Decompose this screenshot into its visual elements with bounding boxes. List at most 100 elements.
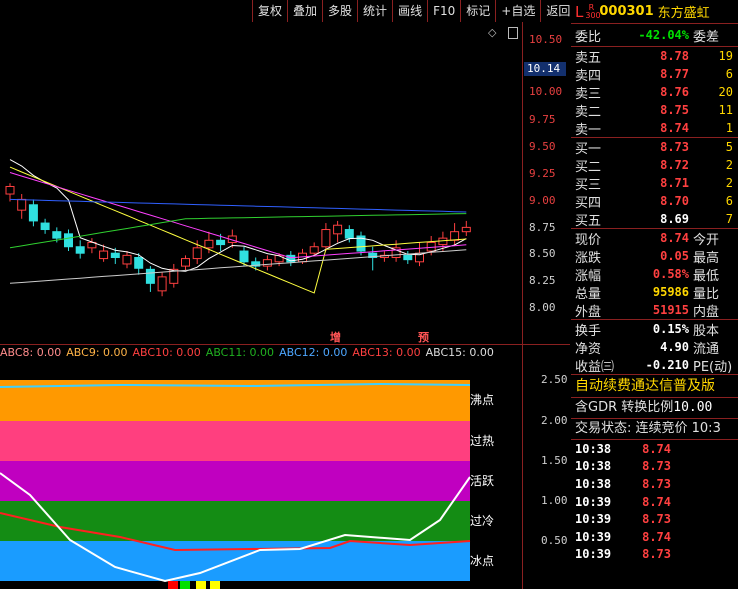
level-volume: 19	[718, 49, 733, 63]
trade-time: 10:39	[575, 494, 612, 509]
level-label: 卖二	[575, 104, 602, 120]
ask-level-row[interactable]: 卖一 8.74 1	[571, 119, 738, 138]
ask-level-row[interactable]: 卖三 8.76 20	[571, 83, 738, 102]
level-volume: 11	[718, 103, 733, 117]
candle-body	[28, 204, 38, 222]
candle-body	[134, 257, 144, 269]
trade-time: 10:38	[575, 476, 612, 491]
subscription-banner[interactable]: 自动续费通达信普及版	[571, 375, 738, 397]
stat-label: 涨跌	[575, 250, 602, 266]
signal-block	[180, 581, 190, 589]
candle-body	[216, 239, 226, 246]
candle-body	[99, 250, 109, 260]
candle-body	[64, 233, 73, 248]
candle-body	[192, 247, 202, 260]
price-tick: 8.50	[529, 247, 556, 260]
legend-entry: ABC12: 0.00	[279, 346, 348, 359]
level-label: 买三	[575, 177, 602, 193]
trade-price: 8.73	[642, 512, 671, 527]
level-price: 8.75	[660, 103, 689, 117]
bid-level-row[interactable]: 买一 8.73 5	[571, 138, 738, 157]
legend-entry: ABC15: 0.00	[425, 346, 494, 359]
stat-row: 外盘 51915 内盘	[571, 301, 738, 320]
candle-body	[344, 229, 354, 239]
stock-title[interactable]: L R 300 000301 东方盛虹	[571, 0, 738, 24]
indicator-tick: 2.00	[541, 414, 568, 427]
bid-level-row[interactable]: 买四 8.70 6	[571, 192, 738, 211]
scroll-bar-icon[interactable]	[508, 27, 518, 39]
candle-body	[157, 276, 167, 292]
candle-body	[145, 268, 155, 284]
stat-label: 收益㈢	[575, 359, 615, 375]
weibi-row: 委比 -42.04% 委差	[571, 24, 738, 46]
trade-time: 10:38	[575, 441, 612, 456]
price-tick: 8.75	[529, 221, 556, 234]
level-volume: 7	[725, 212, 733, 226]
legend-entry: ABC9: 0.00	[66, 346, 128, 359]
level-volume: 6	[725, 67, 733, 81]
ma120-line	[9, 249, 467, 284]
diamond-icon[interactable]: ◇	[488, 26, 496, 39]
candle-body	[262, 259, 272, 267]
trade-time: 10:38	[575, 459, 612, 474]
price-stats: 现价 8.74 今开 涨跌 0.05 最高 涨幅 0.58% 最低 总量 95986 量比 外盘 5191…	[571, 229, 738, 320]
price-tick: 10.50	[529, 33, 563, 46]
tick-trades-list[interactable]: 10:38 8.74 10:38 8.73 10:38 8.73 10:39 8.74 10:3…	[571, 440, 738, 563]
zone-label-active: 活跃	[470, 474, 495, 488]
stat-value: 51915	[652, 303, 689, 317]
stat-label-secondary: 最高	[693, 250, 720, 266]
level-label: 买五	[575, 213, 602, 229]
ma10-line	[9, 166, 467, 294]
indicator-canvas[interactable]	[0, 345, 522, 589]
stat-row: 总量 95986 量比	[571, 283, 738, 302]
candle-body	[122, 254, 132, 265]
ask-levels: 卖五 8.78 19 卖四 8.77 6 卖三 8.76 20 卖二 8.75 11 卖一 8.74 1	[571, 47, 738, 138]
candle-body	[181, 258, 190, 267]
stat-value: 4.90	[660, 340, 689, 354]
signal-block	[210, 581, 220, 589]
event-marker-forecast[interactable]: 预	[418, 329, 429, 345]
stat-label-secondary: 股本	[693, 323, 720, 339]
candle-body	[239, 250, 249, 263]
level-price: 8.74	[660, 121, 689, 135]
level-price: 8.73	[660, 140, 689, 154]
trade-row: 10:38 8.73	[571, 475, 738, 493]
candlestick-chart[interactable]: ◇ 10.14 10.50 10.00 9.75 9.50 9.25 9.00 …	[0, 0, 570, 345]
weicha-label: 委差	[693, 29, 720, 45]
stat-label: 换手	[575, 323, 602, 339]
quote-panel: L R 300 000301 东方盛虹 委比 -42.04% 委差 卖五 8.78…	[571, 0, 738, 589]
level-price: 8.70	[660, 194, 689, 208]
stat-label: 现价	[575, 232, 602, 248]
trade-price: 8.74	[642, 441, 671, 456]
trade-time: 10:39	[575, 529, 612, 544]
ask-level-row[interactable]: 卖四 8.77 6	[571, 65, 738, 84]
index-badge: R 300	[585, 3, 601, 20]
weibi-value: -42.04%	[638, 28, 689, 42]
trade-status: 交易状态: 连续竞价 10:3	[575, 421, 721, 436]
trade-time: 10:39	[575, 547, 612, 562]
candle-body	[110, 252, 120, 259]
index-badge-bottom: 300	[585, 10, 601, 20]
bid-level-row[interactable]: 买五 8.69 7	[571, 210, 738, 229]
stat-row: 换手 0.15% 股本	[571, 320, 738, 339]
trade-price: 8.74	[642, 529, 671, 544]
level-price: 8.78	[660, 49, 689, 63]
zone-band	[0, 461, 470, 501]
ask-level-row[interactable]: 卖五 8.78 19	[571, 47, 738, 66]
level-label: 买一	[575, 141, 602, 157]
stat-row: 现价 8.74 今开	[571, 229, 738, 248]
indicator-tick: 0.50	[541, 534, 568, 547]
bid-level-row[interactable]: 买二 8.72 2	[571, 156, 738, 175]
level-badge: L	[575, 2, 584, 21]
level-price: 8.69	[660, 212, 689, 226]
signal-block	[196, 581, 206, 589]
candlestick-canvas[interactable]	[0, 0, 522, 345]
current-price-tag: 10.14	[524, 62, 566, 76]
candle-body	[5, 185, 15, 195]
axis-divider	[522, 22, 523, 589]
bid-level-row[interactable]: 买三 8.71 2	[571, 174, 738, 193]
indicator-chart[interactable]: 沸点 过热 活跃 过冷 冰点 2.50 2.00 1.50 1.00 0.50	[0, 345, 570, 589]
event-marker-increase[interactable]: 增	[330, 329, 341, 345]
ask-level-row[interactable]: 卖二 8.75 11	[571, 101, 738, 120]
indicator-tick: 2.50	[541, 373, 568, 386]
